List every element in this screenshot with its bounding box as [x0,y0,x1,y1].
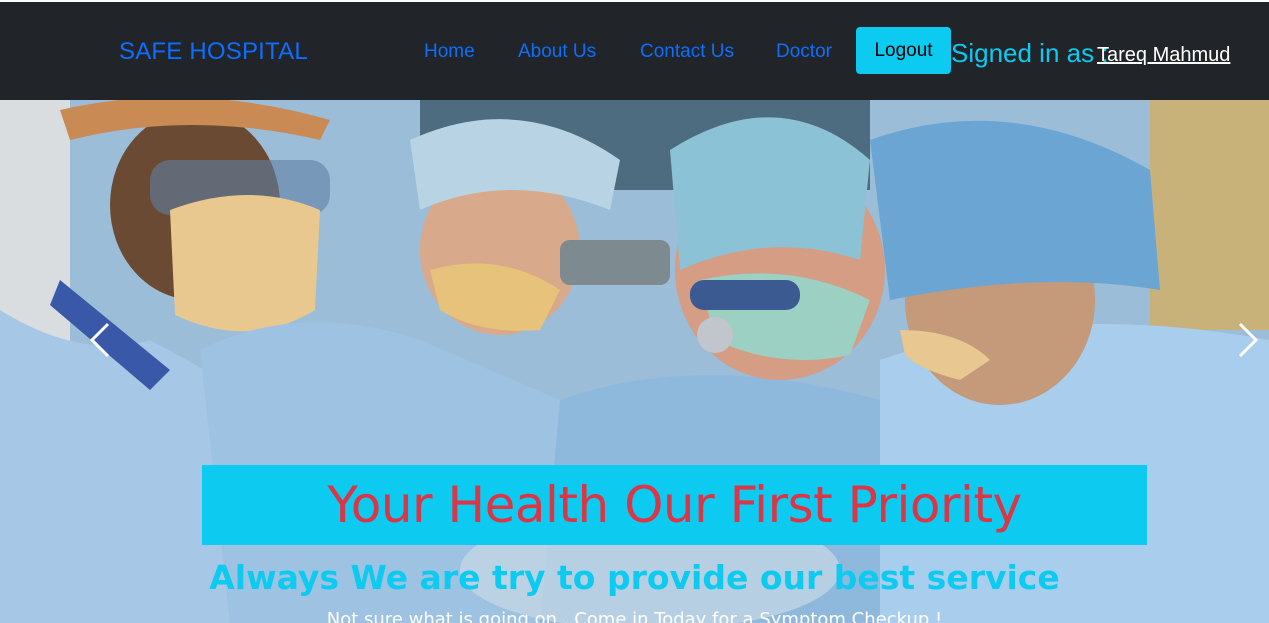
chevron-left-icon [89,322,110,358]
caption-text: Not sure what is going on , Come in Toda… [326,609,943,623]
caption-title-box: Your Health Our First Priority [202,465,1147,545]
logout-button[interactable]: Logout [856,27,951,74]
navbar: SAFE HOSPITAL Home About Us Contact Us D… [0,2,1269,100]
caption-title: Your Health Our First Priority [327,476,1022,534]
carousel-next-button[interactable] [1228,318,1268,362]
nav-link-about-us[interactable]: About Us [518,41,596,63]
signed-in-label: Signed in as : [951,38,1109,68]
chevron-right-icon [1238,322,1259,358]
carousel-prev-button[interactable] [80,318,120,362]
brand-logo[interactable]: SAFE HOSPITAL [119,38,308,66]
nav-link-doctor[interactable]: Doctor [776,41,832,63]
user-name-link[interactable]: Tareq Mahmud [1097,44,1230,67]
hero-carousel: Your Health Our First Priority Always We… [0,100,1269,623]
nav-link-contact-us[interactable]: Contact Us [640,41,734,63]
nav-link-home[interactable]: Home [424,41,475,63]
caption-subtitle: Always We are try to provide our best se… [209,558,1060,597]
